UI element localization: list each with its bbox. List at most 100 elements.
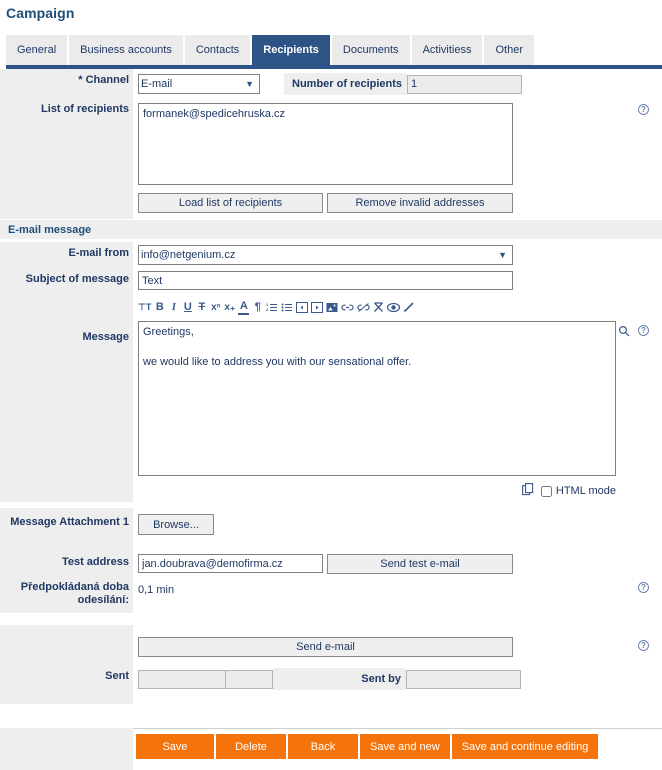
test-address-input[interactable]: [138, 554, 323, 573]
message-textarea[interactable]: Greetings, we would like to address you …: [138, 321, 616, 476]
bold-icon[interactable]: B: [154, 300, 165, 314]
attachment-label: Message Attachment 1: [0, 508, 133, 551]
sent-label: Sent: [0, 665, 133, 704]
unlink-icon[interactable]: [357, 300, 371, 314]
unordered-list-icon[interactable]: [281, 300, 293, 314]
subject-input[interactable]: [138, 271, 513, 290]
action-bar: Save Delete Back Save and new Save and c…: [0, 728, 662, 770]
remove-format-icon[interactable]: [373, 300, 384, 314]
help-icon-recipients[interactable]: ?: [638, 104, 649, 115]
row-recipient-buttons: Load list of recipients Remove invalid a…: [0, 191, 662, 219]
number-of-recipients-input: [407, 74, 523, 94]
channel-label: * Channel: [0, 69, 133, 98]
channel-select[interactable]: E-mail: [138, 74, 260, 94]
tab-contacts[interactable]: Contacts: [184, 35, 251, 65]
save-and-new-button[interactable]: Save and new: [360, 734, 450, 759]
subscript-icon[interactable]: x₊: [224, 300, 235, 314]
tab-documents[interactable]: Documents: [331, 35, 410, 65]
action-bar-grey-left: [0, 728, 133, 770]
tab-recipients[interactable]: Recipients: [252, 35, 330, 65]
spellcheck-search-icon[interactable]: [618, 325, 630, 340]
strikethrough-icon[interactable]: T: [196, 300, 207, 314]
save-button[interactable]: Save: [136, 734, 214, 759]
sent-by-input: [406, 669, 521, 689]
sent-by-label: Sent by: [273, 668, 406, 690]
channel-select-wrap: E-mail ▼: [138, 74, 260, 94]
remove-invalid-addresses-button[interactable]: Remove invalid addresses: [327, 193, 513, 213]
editor-toolbar: ⊤T B I U T xⁿ x₊ A ¶ 1 2: [138, 297, 662, 317]
save-and-continue-editing-button[interactable]: Save and continue editing: [451, 734, 599, 759]
sent-date-input: [138, 669, 226, 689]
underline-icon[interactable]: U: [182, 300, 193, 314]
row-test-address: Test address Send test e-mail: [0, 551, 662, 577]
send-email-button[interactable]: Send e-mail: [138, 637, 513, 657]
sent-time-input: [226, 669, 273, 689]
paragraph-icon[interactable]: ¶: [252, 300, 263, 314]
sending-duration-cell: 0,1 min ?: [133, 577, 662, 599]
row-sending-duration: Předpokládaná doba odesílání: 0,1 min ?: [0, 577, 662, 613]
subject-cell: [133, 268, 662, 294]
back-button[interactable]: Back: [288, 734, 358, 759]
tab-activitiess[interactable]: Activitiess: [411, 35, 483, 65]
editor-toolbar-label-spacer: [0, 294, 133, 319]
email-from-label: E-mail from: [0, 242, 133, 268]
number-of-recipients-label: Number of recipients: [284, 73, 408, 95]
row-send-email: Send e-mail ?: [0, 613, 662, 665]
image-icon[interactable]: [326, 300, 338, 314]
outdent-icon[interactable]: [296, 300, 309, 314]
text-color-icon[interactable]: A: [238, 299, 250, 315]
tab-business-accounts[interactable]: Business accounts: [69, 35, 183, 65]
help-icon-send[interactable]: ?: [638, 640, 649, 651]
row-message: Message Greetings, we would like to addr…: [0, 319, 662, 502]
font-size-icon[interactable]: ⊤T: [138, 300, 151, 314]
action-buttons: Save Delete Back Save and new Save and c…: [136, 734, 600, 759]
attachment-cell: Browse...: [133, 508, 662, 551]
editor-toolbar-cell: ⊤T B I U T xⁿ x₊ A ¶ 1 2: [133, 294, 662, 319]
html-mode-label: HTML mode: [555, 485, 616, 497]
email-from-select[interactable]: info@netgenium.cz: [138, 245, 513, 265]
row-channel: * Channel E-mail ▼ Number of recipients: [0, 69, 662, 98]
italic-icon[interactable]: I: [168, 300, 179, 314]
list-of-recipients-label: List of recipients: [0, 98, 133, 191]
list-of-recipients-cell: formanek@spedicehruska.cz ?: [133, 98, 662, 191]
load-list-of-recipients-button[interactable]: Load list of recipients: [138, 193, 323, 213]
browse-button[interactable]: Browse...: [138, 514, 214, 535]
indent-icon[interactable]: [311, 300, 324, 314]
test-address-label: Test address: [0, 551, 133, 577]
email-message-section-header: E-mail message: [0, 219, 662, 239]
copy-icon[interactable]: [521, 483, 535, 499]
ordered-list-icon[interactable]: 1 2: [266, 300, 278, 314]
html-mode-checkbox[interactable]: [540, 485, 552, 497]
message-cell: Greetings, we would like to address you …: [133, 319, 662, 502]
email-from-select-wrap: info@netgenium.cz ▼: [138, 245, 513, 265]
recipient-buttons-cell: Load list of recipients Remove invalid a…: [133, 191, 662, 219]
html-mode-checkbox-wrap[interactable]: HTML mode: [540, 485, 616, 497]
send-email-label-spacer: [0, 625, 133, 665]
superscript-icon[interactable]: xⁿ: [210, 300, 221, 314]
edit-pencil-icon[interactable]: [403, 300, 415, 314]
sending-duration-label: Předpokládaná doba odesílání:: [0, 577, 133, 613]
tab-other[interactable]: Other: [484, 35, 534, 65]
message-label: Message: [0, 319, 133, 502]
help-icon-duration[interactable]: ?: [638, 582, 649, 593]
channel-field-cell: E-mail ▼ Number of recipients: [133, 69, 662, 98]
preview-icon[interactable]: [387, 300, 401, 314]
tab-general[interactable]: General: [6, 35, 68, 65]
campaign-form: * Channel E-mail ▼ Number of recipients …: [0, 69, 662, 704]
message-footer-controls: HTML mode: [138, 479, 616, 499]
help-icon-message[interactable]: ?: [638, 325, 649, 336]
delete-button[interactable]: Delete: [216, 734, 286, 759]
send-email-cell: Send e-mail ?: [133, 625, 662, 665]
test-address-cell: Send test e-mail: [133, 551, 662, 577]
recipient-buttons-label-spacer: [0, 191, 133, 219]
row-email-from: E-mail from info@netgenium.cz ▼: [0, 239, 662, 268]
subject-label: Subject of message: [0, 268, 133, 294]
sending-duration-value: 0,1 min: [138, 584, 175, 596]
send-test-email-button[interactable]: Send test e-mail: [327, 554, 513, 574]
link-icon[interactable]: [341, 300, 355, 314]
tab-strip: General Business accounts Contacts Recip…: [0, 35, 662, 65]
list-of-recipients-textarea[interactable]: formanek@spedicehruska.cz: [138, 103, 513, 185]
row-list-of-recipients: List of recipients formanek@spedicehrusk…: [0, 98, 662, 191]
row-subject: Subject of message: [0, 268, 662, 294]
row-attachment: Message Attachment 1 Browse...: [0, 502, 662, 551]
